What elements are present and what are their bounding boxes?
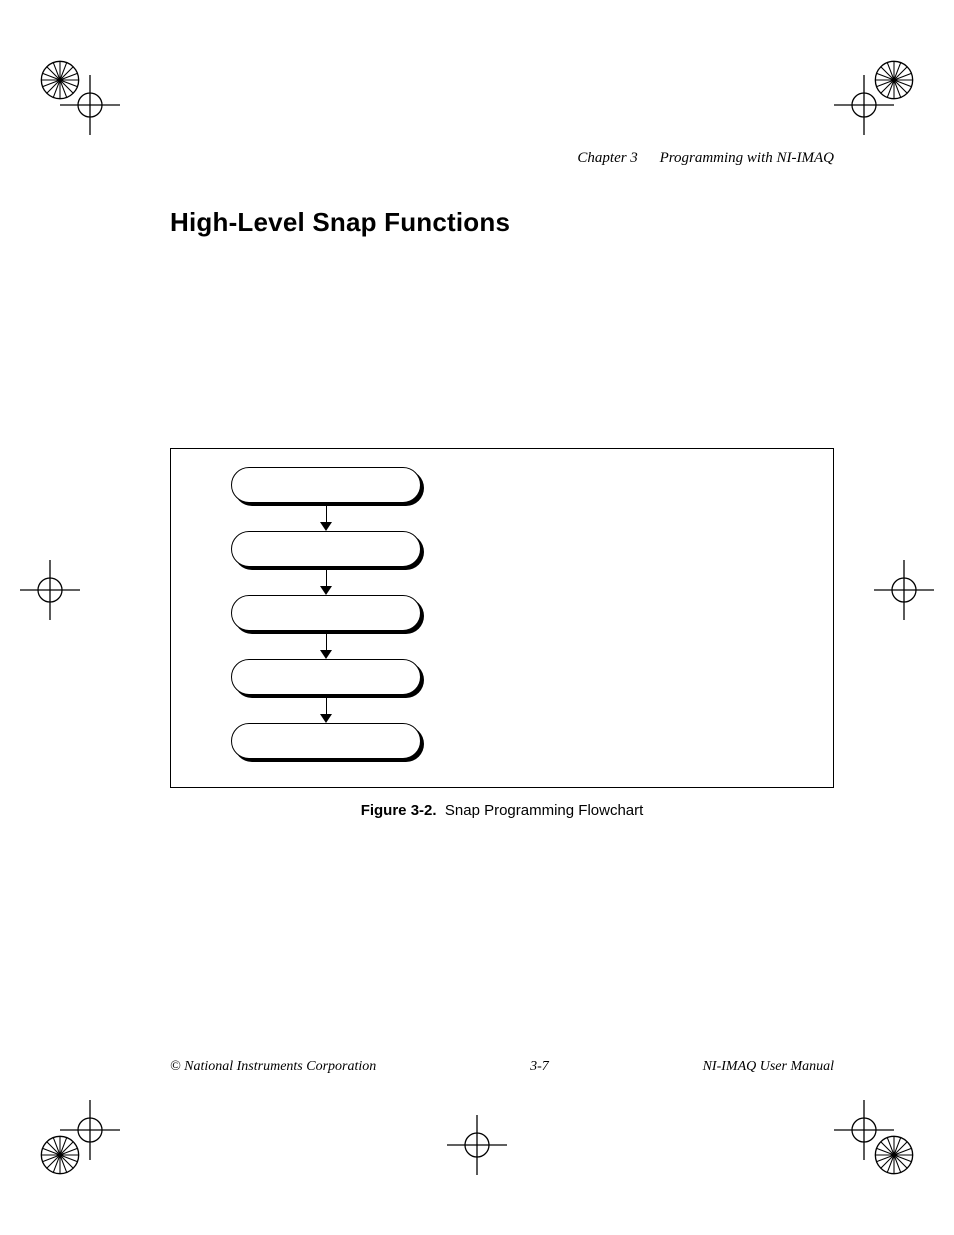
registration-mark-icon <box>834 75 894 135</box>
page-footer: © National Instruments Corporation 3-7 N… <box>170 1059 834 1075</box>
chapter-label: Chapter 3 <box>577 150 637 166</box>
flowchart-arrow-icon <box>320 695 332 723</box>
flowchart-arrow-icon <box>320 567 332 595</box>
flowchart-figure <box>170 448 834 788</box>
flowchart-node <box>231 467 421 503</box>
running-head: Chapter 3 Programming with NI-IMAQ <box>170 150 834 167</box>
footer-page-number: 3-7 <box>530 1059 549 1075</box>
registration-mark-icon <box>874 560 934 620</box>
page-content: Chapter 3 Programming with NI-IMAQ High-… <box>170 150 834 1095</box>
chapter-title: Programming with NI-IMAQ <box>660 150 834 166</box>
flowchart-node <box>231 531 421 567</box>
flowchart-node <box>231 595 421 631</box>
registration-mark-icon <box>60 1100 120 1160</box>
flowchart-arrow-icon <box>320 503 332 531</box>
registration-mark-icon <box>60 75 120 135</box>
registration-mark-icon <box>834 1100 894 1160</box>
footer-manual-name: NI-IMAQ User Manual <box>703 1059 834 1075</box>
flowchart-column <box>226 467 426 759</box>
figure-caption-text: Snap Programming Flowchart <box>445 802 643 819</box>
flowchart-node <box>231 659 421 695</box>
flowchart-node <box>231 723 421 759</box>
registration-mark-icon <box>20 560 80 620</box>
footer-copyright: © National Instruments Corporation <box>170 1059 376 1075</box>
section-title: High-Level Snap Functions <box>170 207 834 238</box>
registration-mark-icon <box>447 1115 507 1175</box>
figure-caption: Figure 3-2. Snap Programming Flowchart <box>170 802 834 819</box>
flowchart-arrow-icon <box>320 631 332 659</box>
figure-number: Figure 3-2. <box>361 802 437 819</box>
